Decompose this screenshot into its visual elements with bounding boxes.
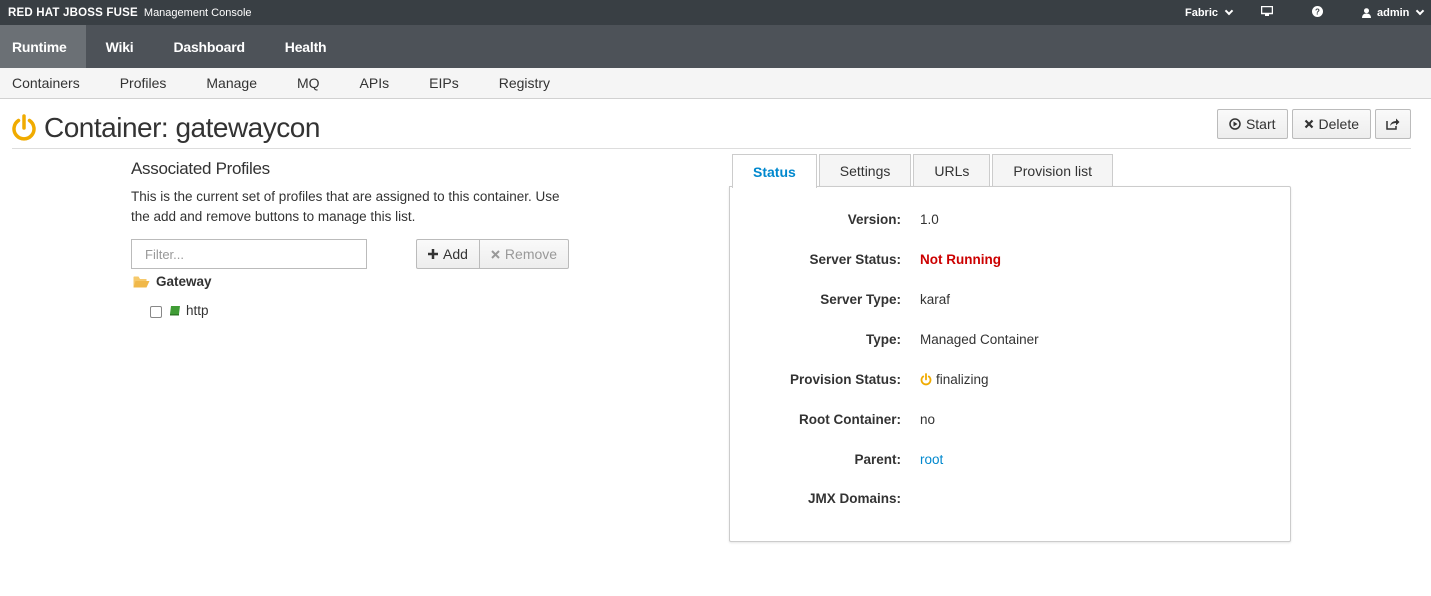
start-label: Start	[1245, 116, 1276, 132]
status-value-wrap: finalizing	[920, 372, 989, 387]
status-row-root-container: Root Container: no	[730, 412, 1290, 427]
play-circle-icon	[1229, 118, 1241, 130]
user-icon	[1362, 7, 1371, 18]
svg-text:?: ?	[1315, 8, 1320, 17]
share-button[interactable]	[1375, 109, 1411, 139]
title-divider	[12, 148, 1411, 149]
status-panel: Version: 1.0 Server Status: Not Running …	[729, 186, 1291, 542]
remove-button[interactable]: Remove	[479, 239, 570, 269]
status-label: Type:	[865, 332, 901, 347]
subnav-eips[interactable]: EIPs	[429, 75, 459, 91]
subnav-containers[interactable]: Containers	[12, 75, 80, 91]
book-icon	[170, 306, 180, 316]
chevron-down-icon	[1416, 6, 1425, 15]
status-label: Provision Status:	[789, 372, 901, 387]
user-menu[interactable]: admin	[1362, 6, 1425, 19]
profile-checkbox[interactable]	[150, 306, 162, 318]
subnav-mq[interactable]: MQ	[297, 75, 320, 91]
power-icon	[10, 113, 38, 143]
status-row-type: Type: Managed Container	[730, 332, 1290, 347]
monitor-icon[interactable]	[1261, 6, 1273, 17]
fabric-menu[interactable]: Fabric	[1185, 6, 1234, 19]
status-row-jmx-domains: JMX Domains:	[730, 491, 1290, 506]
profile-label: http	[186, 303, 209, 318]
status-label: Root Container:	[799, 412, 901, 427]
nav-wiki[interactable]: Wiki	[86, 25, 154, 68]
status-label: Parent:	[854, 452, 901, 467]
associated-profiles-description: This is the current set of profiles that…	[131, 189, 560, 224]
tab-urls[interactable]: URLs	[913, 154, 991, 187]
status-value: finalizing	[936, 372, 989, 387]
status-value: karaf	[920, 292, 951, 307]
subnav-apis[interactable]: APIs	[360, 75, 390, 91]
status-label: Version:	[847, 212, 901, 227]
status-row-parent: Parent: root	[730, 452, 1290, 467]
filter-input[interactable]	[131, 239, 367, 269]
start-button[interactable]: Start	[1216, 109, 1288, 139]
status-label: Server Status:	[809, 252, 901, 267]
status-value: Managed Container	[920, 332, 1039, 347]
subnav-profiles[interactable]: Profiles	[120, 75, 167, 91]
delete-button[interactable]: Delete	[1291, 109, 1371, 139]
brand-bar: RED HAT JBOSS FUSE Management Console Fa…	[0, 0, 1431, 25]
status-row-server-status: Server Status: Not Running	[730, 252, 1290, 267]
nav-health[interactable]: Health	[265, 25, 347, 68]
close-icon	[491, 249, 500, 259]
chevron-down-icon	[1224, 6, 1234, 15]
tree-item-http[interactable]: http	[150, 303, 209, 318]
status-row-provision-status: Provision Status: finalizing	[730, 372, 1290, 387]
add-label: Add	[443, 246, 468, 262]
add-button[interactable]: Add	[416, 239, 480, 269]
fabric-label: Fabric	[1185, 6, 1219, 19]
delete-label: Delete	[1318, 116, 1359, 132]
parent-link[interactable]: root	[920, 452, 943, 467]
main-nav: Runtime Wiki Dashboard Health	[0, 25, 1431, 68]
status-value: no	[920, 412, 936, 427]
plus-icon	[428, 249, 438, 259]
status-value: 1.0	[920, 212, 939, 227]
container-actions: Start Delete	[1216, 109, 1411, 139]
status-label: JMX Domains:	[807, 491, 901, 506]
tree-folder-gateway[interactable]: Gateway	[133, 274, 212, 289]
subnav-registry[interactable]: Registry	[499, 75, 550, 91]
profile-button-group: Add Remove	[416, 239, 570, 269]
tab-status[interactable]: Status	[732, 154, 817, 188]
remove-label: Remove	[504, 246, 558, 262]
status-label: Server Type:	[820, 292, 901, 307]
status-row-version: Version: 1.0	[730, 212, 1290, 227]
page-title: Container: gatewaycon	[44, 112, 320, 143]
container-tabs: Status Settings URLs Provision list	[732, 154, 1115, 188]
brand-subtitle: Management Console	[143, 6, 252, 19]
brand-name: RED HAT JBOSS FUSE	[8, 6, 138, 19]
share-icon	[1386, 118, 1400, 130]
user-label: admin	[1377, 6, 1410, 19]
folder-open-icon	[133, 276, 150, 287]
associated-profiles-title: Associated Profiles	[131, 159, 270, 178]
power-icon	[920, 373, 932, 386]
status-value: Not Running	[920, 252, 1001, 267]
tab-settings[interactable]: Settings	[818, 154, 912, 187]
tab-provision-list[interactable]: Provision list	[992, 154, 1113, 187]
subnav-manage[interactable]: Manage	[206, 75, 257, 91]
nav-dashboard[interactable]: Dashboard	[153, 25, 264, 68]
folder-label: Gateway	[156, 274, 212, 289]
nav-runtime[interactable]: Runtime	[0, 25, 86, 68]
page-header: Container: gatewaycon	[10, 112, 320, 144]
help-icon[interactable]: ?	[1312, 6, 1323, 17]
sub-nav: Containers Profiles Manage MQ APIs EIPs …	[0, 68, 1431, 99]
status-row-server-type: Server Type: karaf	[730, 292, 1290, 307]
close-icon	[1304, 119, 1313, 129]
